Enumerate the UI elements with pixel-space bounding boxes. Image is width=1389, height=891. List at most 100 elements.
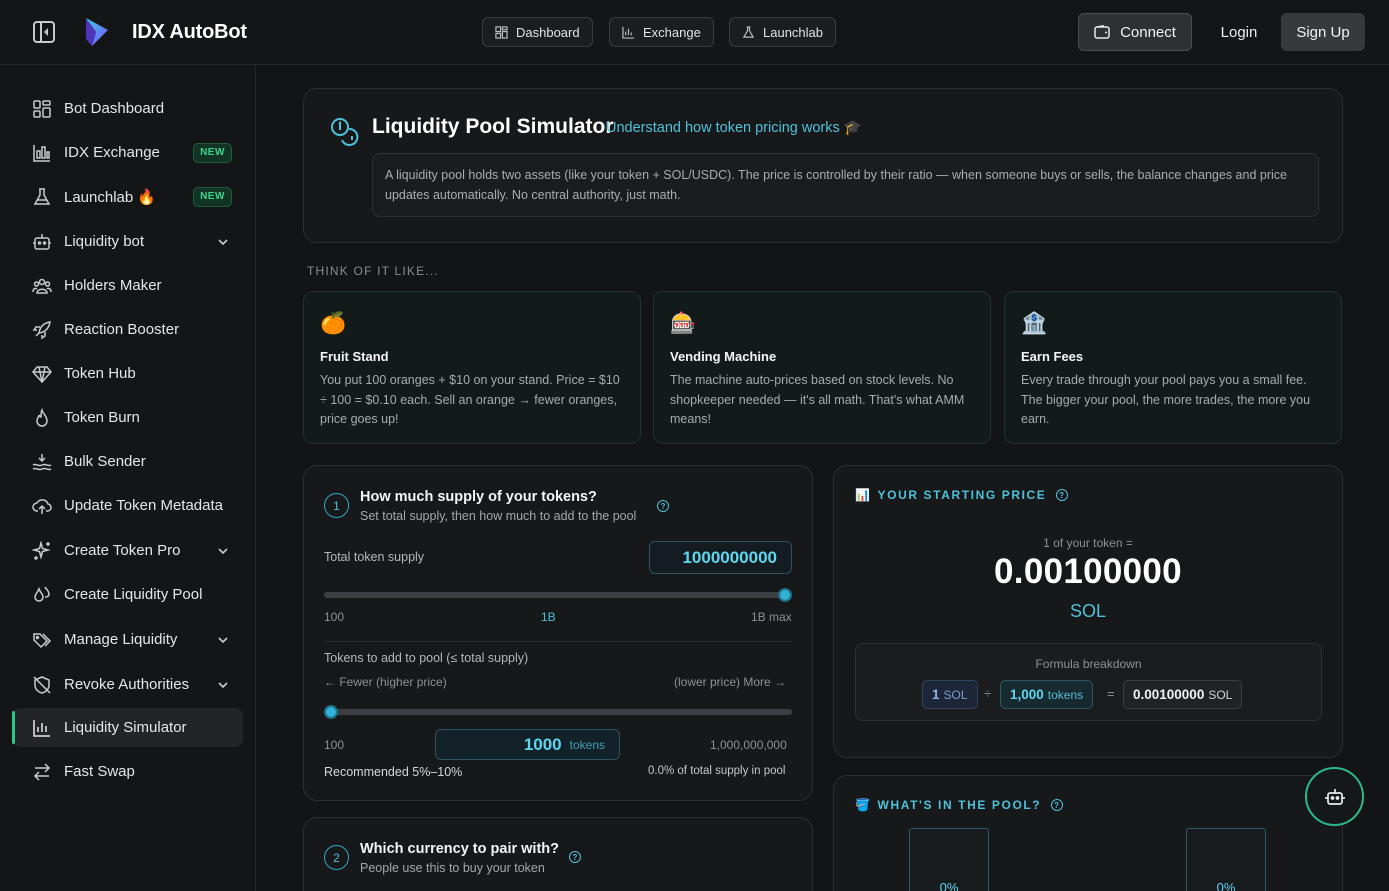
- sidebar-item-label: Manage Liquidity: [64, 631, 178, 648]
- help-icon[interactable]: ?: [657, 500, 669, 512]
- supply-slider-thumb[interactable]: [778, 588, 792, 602]
- sidebar-item-fast-swap[interactable]: Fast Swap: [12, 752, 243, 791]
- chart-icon: [622, 26, 635, 39]
- nav-dashboard[interactable]: Dashboard: [482, 17, 593, 47]
- sidebar-item-bot-dashboard[interactable]: Bot Dashboard: [12, 89, 243, 128]
- sidebar-item-reaction-booster[interactable]: Reaction Booster: [12, 310, 243, 349]
- pool-currency-percent: 0%: [1216, 880, 1236, 891]
- nav-exchange[interactable]: Exchange: [609, 17, 714, 47]
- sidebar-item-create-liquidity-pool[interactable]: Create Liquidity Pool: [12, 575, 243, 614]
- dashboard-icon: [495, 25, 508, 39]
- sidebar-item-manage-liquidity[interactable]: Manage Liquidity: [12, 620, 243, 659]
- intro-description: A liquidity pool holds two assets (like …: [372, 153, 1319, 217]
- help-icon[interactable]: ?: [1051, 799, 1064, 811]
- connect-button[interactable]: Connect: [1078, 13, 1192, 51]
- step-title: Which currency to pair with?: [360, 841, 559, 857]
- sidebar-item-label: Liquidity bot: [64, 233, 145, 250]
- more-hint: (lower price) More →: [674, 675, 787, 689]
- sidebar-item-label: IDX Exchange: [64, 144, 160, 161]
- sparkles-icon: [32, 540, 51, 560]
- pool-slider-thumb[interactable]: [324, 705, 338, 719]
- sidebar-item-label: Token Hub: [64, 365, 136, 382]
- sidebar-item-label: Create Liquidity Pool: [64, 586, 203, 603]
- help-icon[interactable]: ?: [569, 851, 581, 863]
- sidebar-item-update-token-metadata[interactable]: Update Token Metadata: [12, 486, 243, 525]
- pool-amount-value: 1000: [523, 734, 562, 754]
- diamond-icon: [32, 365, 52, 383]
- waves-icon: [32, 453, 52, 470]
- chevron-down-icon[interactable]: [216, 633, 230, 647]
- users-icon: [32, 278, 52, 294]
- sidebar-toggle-icon[interactable]: [33, 21, 55, 43]
- pool-slider-track[interactable]: [324, 709, 792, 715]
- fruit-stand-card: 🍊 Fruit Stand You put 100 oranges + $10 …: [303, 291, 641, 444]
- sidebar-item-label: Bulk Sender: [64, 453, 146, 470]
- chevron-down-icon[interactable]: [216, 235, 230, 249]
- equals-operator: =: [1107, 686, 1115, 701]
- sidebar-item-launchlab[interactable]: Launchlab 🔥 NEW: [12, 177, 243, 216]
- sidebar-item-liquidity-simulator[interactable]: Liquidity Simulator: [12, 708, 243, 747]
- card-title: Vending Machine: [670, 349, 777, 364]
- pool-amount-label: Tokens to add to pool (≤ total supply): [324, 651, 529, 665]
- top-bar: IDX AutoBot Dashboard Exchange Launchlab…: [0, 0, 1389, 65]
- sidebar-item-bulk-sender[interactable]: Bulk Sender: [12, 442, 243, 481]
- pool-currency-column: 0%: [1186, 828, 1266, 891]
- sidebar-item-holders-maker[interactable]: Holders Maker: [12, 266, 243, 305]
- slot-machine-icon: 🎰: [670, 312, 697, 335]
- sidebar-item-idx-exchange[interactable]: IDX Exchange NEW: [12, 133, 243, 172]
- nav-launchlab[interactable]: Launchlab: [729, 17, 836, 47]
- step-title: How much supply of your tokens?: [360, 489, 597, 505]
- sidebar-item-revoke-authorities[interactable]: Revoke Authorities: [12, 665, 243, 704]
- chip-value: 1: [932, 687, 940, 702]
- orange-icon: 🍊: [320, 312, 347, 335]
- sidebar-item-token-burn[interactable]: Token Burn: [12, 398, 243, 437]
- chip-unit: SOL: [943, 687, 968, 702]
- sol-amount-chip: 1 SOL: [922, 680, 978, 709]
- starting-price-value: 0.00100000: [994, 552, 1182, 591]
- help-icon[interactable]: ?: [1056, 489, 1069, 501]
- pool-amount-input[interactable]: 1000 tokens: [435, 729, 620, 760]
- chevron-down-icon[interactable]: [216, 544, 230, 558]
- starting-price-unit: SOL: [1069, 601, 1107, 621]
- flask-icon: [742, 25, 755, 38]
- token-amount-chip: 1,000 tokens: [1000, 680, 1094, 709]
- sidebar-item-label: Reaction Booster: [64, 321, 180, 338]
- assistant-bot-button[interactable]: [1305, 767, 1364, 826]
- chart-icon: [33, 144, 50, 162]
- starting-price-card: 📊 YOUR STARTING PRICE ? 1 of your token …: [833, 465, 1343, 758]
- cloud-upload-icon: [32, 498, 52, 514]
- vending-machine-card: 🎰 Vending Machine The machine auto-price…: [653, 291, 991, 444]
- sidebar-item-label: Revoke Authorities: [64, 676, 190, 693]
- pool-min-label: 100: [324, 738, 345, 752]
- sidebar-item-label: Update Token Metadata: [64, 497, 224, 514]
- supply-input[interactable]: 1000000000: [649, 541, 792, 574]
- currency-step-card: 2 Which currency to pair with? People us…: [303, 817, 813, 891]
- card-text: You put 100 oranges + $10 on your stand.…: [320, 373, 620, 426]
- bucket-emoji-icon: 🪣: [855, 798, 872, 812]
- supply-label: Total token supply: [324, 550, 425, 564]
- wallet-icon: [1094, 25, 1110, 39]
- sidebar-item-token-hub[interactable]: Token Hub: [12, 354, 243, 393]
- connect-label: Connect: [1120, 23, 1176, 41]
- signup-button[interactable]: Sign Up: [1281, 13, 1365, 51]
- sidebar-item-label: Create Token Pro: [64, 542, 181, 559]
- supply-min-label: 100: [324, 610, 345, 624]
- sidebar-item-label: Launchlab 🔥: [64, 188, 157, 206]
- page-subtitle: Understand how token pricing works 🎓: [606, 120, 862, 136]
- intro-card: Liquidity Pool Simulator Understand how …: [303, 88, 1343, 243]
- chip-value: 0.00100000: [1133, 687, 1205, 702]
- sidebar-item-liquidity-bot[interactable]: Liquidity bot: [12, 222, 243, 261]
- sidebar-item-create-token-pro[interactable]: Create Token Pro: [12, 531, 243, 570]
- login-button[interactable]: Login: [1212, 13, 1266, 51]
- flask-icon: [33, 187, 51, 205]
- pool-amount-unit: tokens: [569, 737, 605, 752]
- supply-slider-track[interactable]: [324, 592, 792, 598]
- droplets-icon: [34, 586, 50, 602]
- pool-token-percent: 0%: [939, 880, 959, 891]
- bot-icon: [1324, 788, 1345, 805]
- divider: [324, 641, 792, 642]
- sidebar-item-label: Token Burn: [64, 409, 140, 426]
- result-chip: 0.00100000 SOL: [1123, 680, 1243, 709]
- chevron-down-icon[interactable]: [216, 678, 230, 692]
- divide-operator: ÷: [984, 686, 992, 701]
